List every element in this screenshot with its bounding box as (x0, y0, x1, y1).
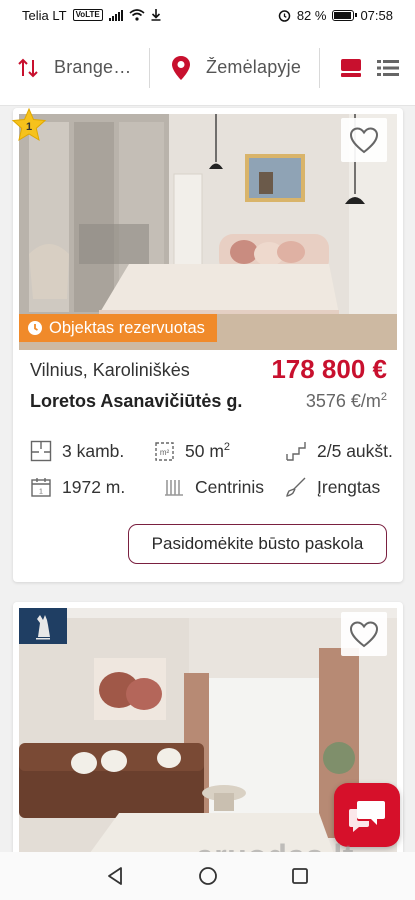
feature-heating: Centrinis (163, 476, 264, 498)
chat-bubbles-icon (349, 801, 385, 832)
listing-card[interactable]: 1 Objektas rezervuotas Vilnius, Karolini… (11, 108, 403, 582)
battery-percent: 82 % (296, 7, 327, 23)
favorite-button[interactable] (341, 118, 387, 162)
map-label: Žemėlapyje (206, 57, 302, 77)
home-icon[interactable] (198, 866, 218, 886)
area-icon: m² (153, 440, 175, 462)
feature-floor: 2/5 aukšt. (285, 440, 393, 462)
reserved-label: Objektas rezervuotas (49, 318, 205, 337)
feature-year: 1 1972 m. (30, 476, 125, 498)
system-nav-bar (0, 852, 415, 900)
wifi-icon (129, 9, 145, 21)
download-icon (151, 9, 161, 21)
star-badge-number: 1 (26, 121, 32, 133)
svg-text:m²: m² (160, 448, 170, 457)
reserved-badge: Objektas rezervuotas (19, 314, 217, 342)
listing-price: 178 800 € (271, 354, 387, 384)
alarm-icon (278, 9, 291, 22)
listing-street: Loretos Asanavičiūtės g. (30, 391, 243, 411)
agency-logo-icon (36, 615, 50, 640)
map-button[interactable]: Žemėlapyje (150, 47, 320, 88)
mortgage-button[interactable]: Pasidomėkite būsto paskola (128, 524, 387, 564)
clock-icon (28, 321, 42, 335)
favorite-button[interactable] (341, 612, 387, 656)
radiator-icon (163, 476, 185, 498)
agency-logo[interactable] (19, 608, 67, 644)
price-per-m2: 3576 €/m2 (305, 391, 387, 411)
card-view-icon[interactable] (340, 58, 362, 78)
heart-icon (349, 620, 379, 647)
view-toggle (320, 58, 400, 78)
listing-toolbar: Brange… Žemėlapyje (0, 30, 415, 106)
sort-label: Brange… (54, 57, 132, 77)
stairs-icon (285, 440, 307, 462)
status-bar: Telia LT VoLTE 82 % 07:58 (0, 0, 415, 30)
map-pin-icon (172, 55, 190, 80)
sort-icon (18, 58, 38, 77)
calendar-icon: 1 (30, 476, 52, 498)
feature-fitout: Įrengtas (285, 476, 380, 498)
volte-icon: VoLTE (72, 9, 103, 21)
rooms-icon (30, 440, 52, 462)
brush-icon (285, 476, 307, 498)
svg-text:1: 1 (39, 489, 43, 496)
sort-button[interactable]: Brange… (0, 47, 150, 88)
carrier-name: Telia LT (22, 7, 67, 23)
recents-icon[interactable] (291, 867, 309, 885)
heart-icon (349, 126, 379, 153)
clock: 07:58 (360, 7, 393, 23)
back-icon[interactable] (106, 866, 126, 886)
signal-icon (108, 9, 123, 21)
listing-location: Vilnius, Karoliniškės (30, 360, 190, 380)
battery-icon (332, 9, 358, 21)
feature-area: m² 50 m2 (153, 440, 230, 462)
list-view-icon[interactable] (376, 58, 400, 78)
star-badge-icon: 1 (11, 108, 47, 142)
feature-rooms: 3 kamb. (30, 440, 124, 462)
